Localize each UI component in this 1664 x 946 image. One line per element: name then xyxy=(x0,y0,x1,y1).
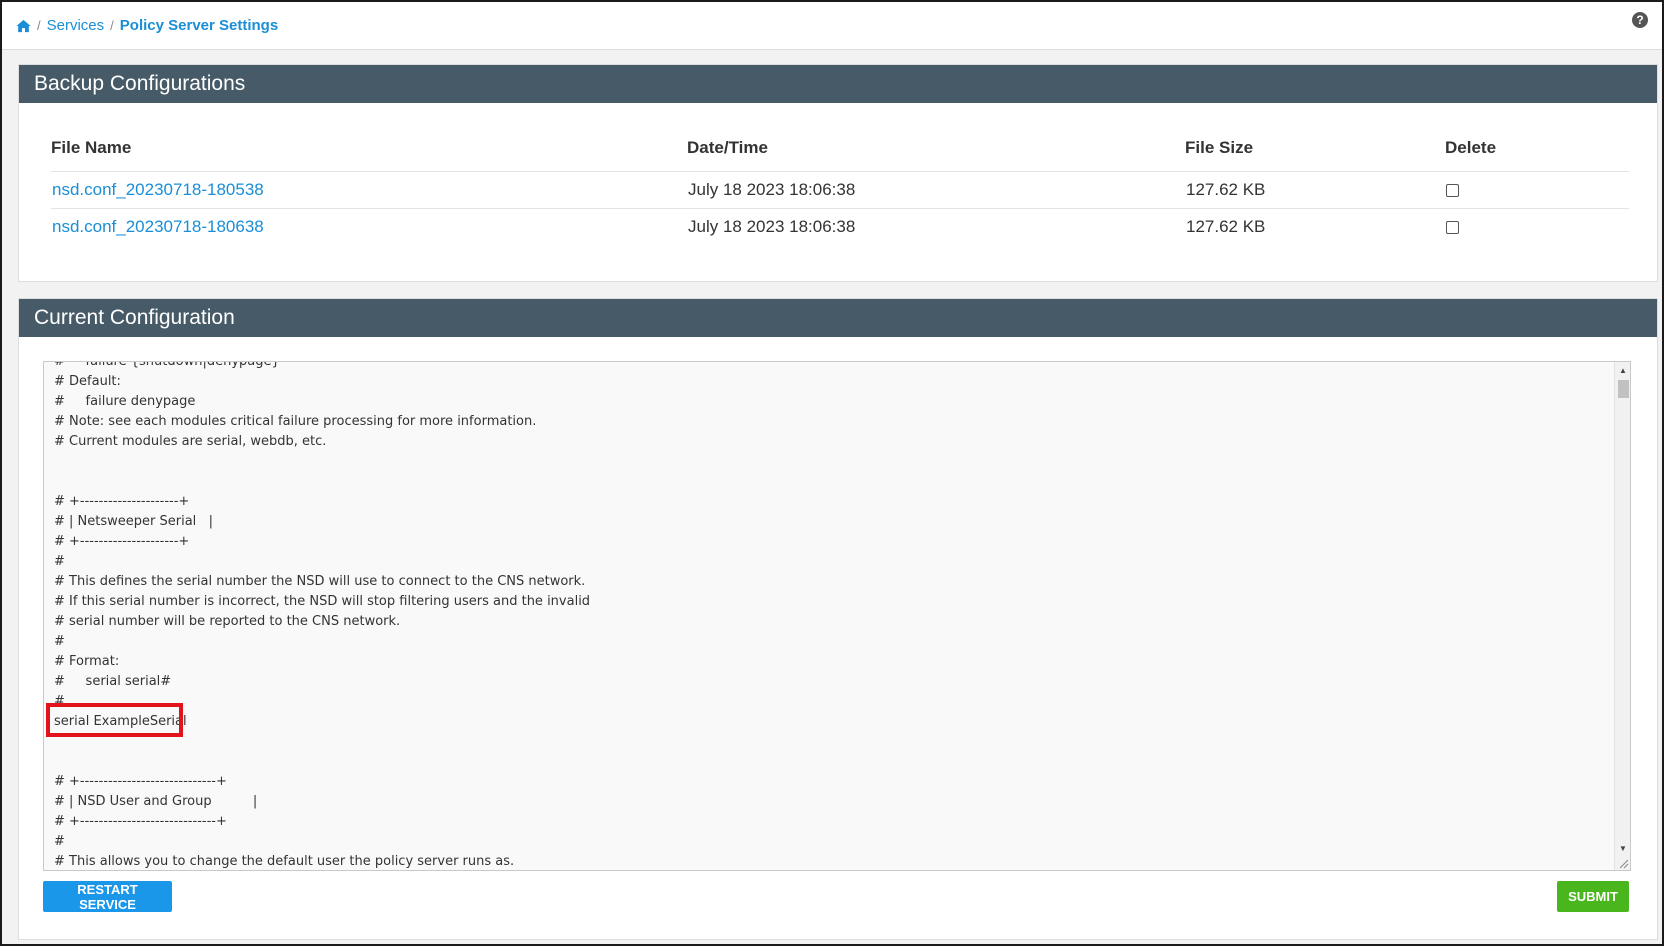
restart-service-button[interactable]: RESTART SERVICE xyxy=(43,881,172,912)
breadcrumb-services-link[interactable]: Services xyxy=(47,17,105,34)
config-textarea[interactable]: # failure {shutdown|denypage} # Default: #… xyxy=(43,361,1631,871)
config-line: # +---------------------+ xyxy=(54,494,190,509)
submit-button[interactable]: SUBMIT xyxy=(1557,881,1629,912)
backup-datetime: July 18 2023 18:06:38 xyxy=(687,171,1185,209)
config-line: # +---------------------+ xyxy=(54,534,190,549)
config-line: # +-----------------------------+ xyxy=(54,814,227,829)
config-line-highlighted: serial ExampleSerial xyxy=(54,714,187,729)
config-line: # This allows you to change the default … xyxy=(54,854,515,869)
backup-file-size: 127.62 KB xyxy=(1186,216,1266,236)
column-header-delete: Delete xyxy=(1445,135,1629,172)
column-header-file-name: File Name xyxy=(51,135,687,172)
delete-checkbox[interactable] xyxy=(1446,183,1459,197)
backup-configurations-panel: Backup Configurations File Name Date/Tim… xyxy=(18,64,1658,282)
config-text: # failure {shutdown|denypage} # Default: #… xyxy=(54,361,1610,870)
panel-title: Backup Configurations xyxy=(19,65,1657,103)
table-row: nsd.conf_20230718-180538 July 18 2023 18… xyxy=(51,171,1629,209)
column-header-file-size: File Size xyxy=(1185,135,1445,172)
config-line: # Format: xyxy=(54,654,120,669)
table-header-row: File Name Date/Time File Size Delete xyxy=(51,135,1629,172)
app-frame: / Services / Policy Server Settings ? Ba… xyxy=(0,0,1664,946)
config-line: # xyxy=(54,634,65,649)
scrollbar[interactable]: ▲ ▼ xyxy=(1614,362,1630,870)
config-line: # serial number will be reported to the … xyxy=(54,614,401,629)
config-line: # xyxy=(54,554,65,569)
config-line xyxy=(54,752,1610,772)
current-configuration-panel: Current Configuration # failure {shutdow… xyxy=(18,298,1658,940)
breadcrumb-separator: / xyxy=(37,18,41,33)
column-header-date-time: Date/Time xyxy=(687,135,1185,172)
config-line: # xyxy=(54,694,65,709)
backup-table: File Name Date/Time File Size Delete nsd… xyxy=(51,135,1629,245)
config-line: # This defines the serial number the NSD… xyxy=(54,574,586,589)
scroll-down-arrow-icon[interactable]: ▼ xyxy=(1615,842,1630,856)
breadcrumb-current-page: Policy Server Settings xyxy=(119,17,279,34)
highlight-box xyxy=(46,703,183,737)
scroll-up-arrow-icon[interactable]: ▲ xyxy=(1615,364,1630,378)
config-line xyxy=(54,472,1610,492)
backup-file-size: 127.62 KB xyxy=(1185,171,1445,209)
config-line: # If this serial number is incorrect, th… xyxy=(54,594,591,609)
config-line xyxy=(54,732,1610,752)
home-icon[interactable] xyxy=(16,19,31,33)
backup-file-link[interactable]: nsd.conf_20230718-180538 xyxy=(52,180,264,199)
config-line xyxy=(54,452,1610,472)
delete-checkbox[interactable] xyxy=(1446,220,1459,234)
scroll-thumb[interactable] xyxy=(1618,380,1629,398)
breadcrumb-separator: / xyxy=(110,18,114,33)
config-line: # failure {shutdown|denypage} xyxy=(54,361,280,369)
config-line: # | NSD User and Group | xyxy=(54,794,258,809)
breadcrumb: / Services / Policy Server Settings ? xyxy=(2,2,1662,50)
config-line: # Current modules are serial, webdb, etc… xyxy=(54,434,327,449)
resize-grip-icon[interactable] xyxy=(1617,857,1629,869)
table-row: nsd.conf_20230718-180638 July 18 2023 18… xyxy=(51,208,1629,245)
config-line: # Note: see each modules critical failur… xyxy=(54,414,537,429)
config-line: # serial serial# xyxy=(54,674,172,689)
panel-title: Current Configuration xyxy=(19,299,1657,337)
config-line: # failure denypage xyxy=(54,394,196,409)
config-line: # +-----------------------------+ xyxy=(54,774,227,789)
question-circle-icon[interactable]: ? xyxy=(1632,12,1648,28)
backup-datetime: July 18 2023 18:06:38 xyxy=(688,216,856,236)
config-line: # Default: xyxy=(54,374,121,389)
config-line: # xyxy=(54,834,65,849)
config-line: # | Netsweeper Serial | xyxy=(54,514,214,529)
backup-file-link[interactable]: nsd.conf_20230718-180638 xyxy=(52,217,264,236)
